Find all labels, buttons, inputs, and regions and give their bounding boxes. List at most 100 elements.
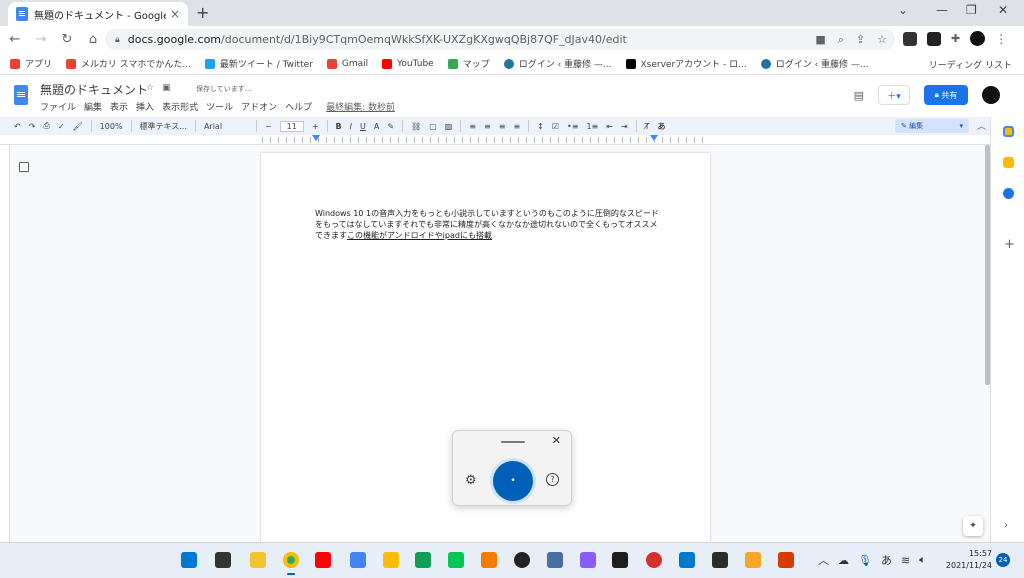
input-tools-icon[interactable]: あ bbox=[658, 121, 666, 132]
line-spacing-icon[interactable]: ↕ bbox=[537, 122, 544, 131]
zoom-icon[interactable]: ⌕ bbox=[838, 33, 844, 47]
drag-handle[interactable] bbox=[501, 441, 525, 443]
move-folder-icon[interactable]: ▣ bbox=[162, 83, 171, 93]
bookmark-wordpress-2[interactable]: ログイン ‹ 重藤修 —... bbox=[760, 57, 868, 70]
document-outline-icon[interactable] bbox=[19, 162, 29, 172]
tasks-icon[interactable] bbox=[1003, 188, 1014, 199]
file-explorer-icon[interactable] bbox=[250, 552, 266, 568]
home-icon[interactable]: ⌂ bbox=[82, 32, 104, 47]
tomato-app-icon[interactable] bbox=[646, 552, 662, 568]
help-icon[interactable]: ? bbox=[546, 473, 559, 486]
font-size-input[interactable]: 11 bbox=[279, 120, 304, 132]
docs-logo-icon[interactable] bbox=[14, 85, 28, 105]
close-icon[interactable]: ✕ bbox=[552, 434, 561, 447]
image-icon[interactable]: ▨ bbox=[445, 122, 453, 131]
italic-icon[interactable]: I bbox=[350, 122, 352, 131]
zoom-select[interactable]: 100% bbox=[100, 122, 123, 131]
share-icon[interactable]: ⇪ bbox=[856, 33, 865, 47]
bookmark-gmail[interactable]: Gmail bbox=[326, 58, 368, 69]
clock[interactable]: 15:57 2021/11/24 bbox=[940, 548, 992, 572]
bookmark-apps[interactable]: アプリ bbox=[10, 57, 52, 70]
text-color-icon[interactable]: A bbox=[374, 122, 379, 131]
calendar-icon[interactable] bbox=[1003, 126, 1014, 137]
menu-insert[interactable]: 挿入 bbox=[136, 100, 154, 113]
davinci-resolve-icon[interactable] bbox=[712, 552, 728, 568]
microphone-tray-icon[interactable]: 🎙︎ bbox=[858, 554, 872, 567]
vscode-icon[interactable] bbox=[679, 552, 695, 568]
increase-indent-icon[interactable]: ⇥ bbox=[621, 122, 628, 131]
keep-icon[interactable] bbox=[1003, 157, 1014, 168]
document-title[interactable]: 無題のドキュメント bbox=[40, 81, 148, 98]
align-center-icon[interactable]: ≡ bbox=[484, 122, 491, 131]
chrome-icon[interactable] bbox=[283, 552, 299, 568]
hide-menus-icon[interactable]: ︿ bbox=[977, 119, 986, 132]
undo-icon[interactable]: ↶ bbox=[14, 122, 21, 131]
checklist-icon[interactable]: ☑ bbox=[552, 122, 559, 131]
user-avatar[interactable] bbox=[982, 86, 1000, 104]
bookmark-star-icon[interactable]: ☆ bbox=[877, 33, 887, 47]
power-bi-icon[interactable] bbox=[745, 552, 761, 568]
menu-edit[interactable]: 編集 bbox=[84, 100, 102, 113]
bookmark-twitter[interactable]: 最新ツイート / Twitter bbox=[204, 57, 313, 70]
extension-m-icon[interactable] bbox=[903, 31, 917, 46]
spellcheck-icon[interactable]: ✓ bbox=[58, 122, 65, 131]
camera-icon[interactable]: ■ bbox=[815, 33, 825, 47]
gear-icon[interactable]: ⚙ bbox=[465, 473, 477, 488]
snipping-tool-icon[interactable] bbox=[580, 552, 596, 568]
bookmark-wordpress-1[interactable]: ログイン ‹ 重藤修 —... bbox=[503, 57, 612, 70]
redo-icon[interactable]: ↷ bbox=[29, 122, 36, 131]
volume-icon[interactable]: 🔈︎ bbox=[919, 553, 926, 567]
clear-formatting-icon[interactable]: T̸ bbox=[645, 122, 650, 131]
font-size-decrease-icon[interactable]: − bbox=[265, 122, 272, 131]
notification-badge[interactable]: 24 bbox=[996, 553, 1010, 567]
menu-view[interactable]: 表示 bbox=[110, 100, 128, 113]
wifi-icon[interactable]: ≋ bbox=[901, 554, 910, 567]
sheets-app-icon[interactable] bbox=[415, 552, 431, 568]
menu-help[interactable]: ヘルプ bbox=[285, 100, 312, 113]
font-select[interactable]: Arial bbox=[204, 122, 248, 131]
reload-icon[interactable]: ↻ bbox=[56, 32, 78, 47]
address-bar[interactable]: 🔒︎ docs.google.com/document/d/1Biy9CTqmO… bbox=[105, 29, 895, 50]
tab-search-icon[interactable]: ⌄ bbox=[898, 3, 908, 17]
editing-mode-select[interactable]: ✎ 編集 ▾ bbox=[895, 119, 969, 133]
bookmark-youtube[interactable]: YouTube bbox=[382, 58, 434, 69]
align-justify-icon[interactable]: ≡ bbox=[513, 122, 520, 131]
menu-addons[interactable]: アドオン bbox=[241, 100, 277, 113]
ime-indicator[interactable]: あ bbox=[881, 552, 892, 568]
bookmark-xserver[interactable]: Xserverアカウント - ロ... bbox=[625, 57, 747, 70]
close-window-button[interactable]: ✕ bbox=[998, 3, 1008, 17]
reading-list-button[interactable]: リーディング リスト bbox=[929, 58, 1012, 71]
profile-avatar[interactable] bbox=[970, 31, 986, 46]
line-app-icon[interactable] bbox=[448, 552, 464, 568]
slides-app-icon[interactable] bbox=[383, 552, 399, 568]
forward-icon[interactable]: → bbox=[30, 32, 52, 47]
virtualbox-icon[interactable] bbox=[547, 552, 563, 568]
align-right-icon[interactable]: ≡ bbox=[499, 122, 506, 131]
task-view-icon[interactable] bbox=[215, 552, 231, 568]
comments-icon[interactable]: ▤ bbox=[854, 89, 864, 102]
start-windows-icon[interactable] bbox=[181, 552, 197, 568]
get-addons-icon[interactable]: + bbox=[1004, 237, 1015, 252]
menu-file[interactable]: ファイル bbox=[40, 100, 76, 113]
share-button[interactable]: 🔒︎ 共有 bbox=[924, 85, 968, 105]
explore-button[interactable]: ✦ bbox=[963, 516, 983, 536]
decrease-indent-icon[interactable]: ⇤ bbox=[606, 122, 613, 131]
onedrive-icon[interactable]: ☁ bbox=[838, 554, 849, 567]
browser-tab[interactable]: 無題のドキュメント - Google ドキュメ × bbox=[8, 2, 188, 26]
side-panel-toggle-icon[interactable]: › bbox=[1004, 520, 1008, 531]
highlight-icon[interactable]: ✎ bbox=[387, 122, 394, 131]
star-icon[interactable]: ☆ bbox=[146, 83, 154, 93]
underline-icon[interactable]: U bbox=[360, 122, 366, 131]
tab-close-icon[interactable]: × bbox=[170, 7, 180, 21]
numbered-list-icon[interactable]: 1≡ bbox=[586, 122, 598, 131]
menu-format[interactable]: 表示形式 bbox=[162, 100, 198, 113]
youtube-app-icon[interactable] bbox=[315, 552, 331, 568]
paint-format-icon[interactable]: 🖌︎ bbox=[73, 122, 83, 131]
last-edit-link[interactable]: 最終編集: 数秒前 bbox=[326, 100, 395, 113]
horizontal-ruler[interactable] bbox=[0, 135, 990, 145]
tray-overflow-icon[interactable]: ︿ bbox=[818, 552, 829, 568]
right-indent-marker[interactable] bbox=[650, 135, 658, 141]
microphone-button[interactable]: • bbox=[493, 461, 533, 501]
vertical-ruler[interactable] bbox=[0, 145, 10, 542]
extension-layers-icon[interactable] bbox=[927, 31, 941, 46]
